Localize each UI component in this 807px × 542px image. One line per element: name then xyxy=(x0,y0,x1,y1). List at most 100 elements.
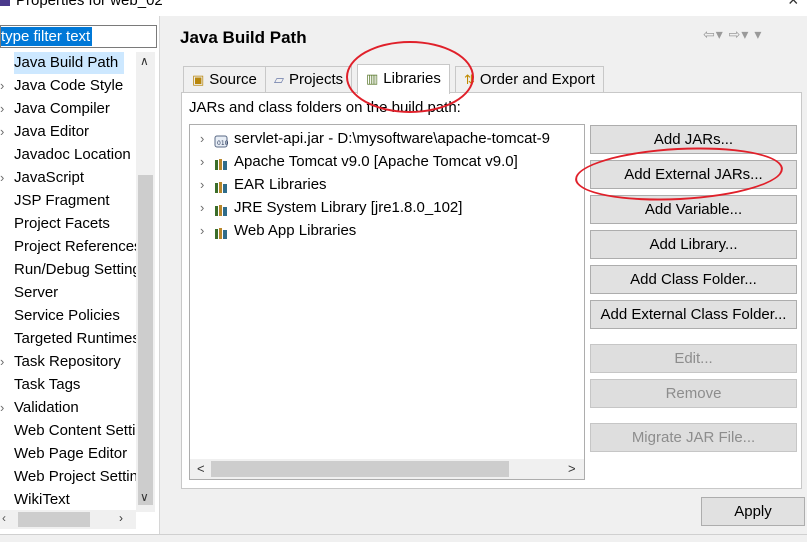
edit-button[interactable]: Edit... xyxy=(590,344,797,373)
window-title: Properties for web_02 xyxy=(16,0,163,9)
tab-order-export[interactable]: ⇅ Order and Export xyxy=(455,66,604,93)
library-item-label: EAR Libraries xyxy=(234,176,327,193)
scrollbar-thumb[interactable] xyxy=(18,512,90,527)
tree-item-label: Project References xyxy=(14,238,136,255)
forward-arrow-icon[interactable]: ⇨ xyxy=(729,26,742,42)
tree-item[interactable]: Task Tags xyxy=(0,374,136,396)
order-export-icon: ⇅ xyxy=(464,72,475,87)
libraries-icon: ▥ xyxy=(366,71,379,86)
page-title: Java Build Path xyxy=(180,28,307,47)
library-item[interactable]: › EAR Libraries xyxy=(190,173,570,196)
scrollbar-thumb[interactable] xyxy=(211,461,509,477)
view-menu-icon[interactable]: ▾ xyxy=(754,26,762,42)
library-item-label: JRE System Library [jre1.8.0_102] xyxy=(234,199,463,216)
tree-item[interactable]: Targeted Runtimes xyxy=(0,328,136,350)
chevron-right-icon[interactable]: › xyxy=(0,351,10,373)
chevron-right-icon[interactable]: › xyxy=(200,219,204,242)
filter-input-text: type filter text xyxy=(1,27,93,46)
tab-projects[interactable]: ▱ Projects xyxy=(265,66,353,93)
tree-item[interactable]: › Validation xyxy=(0,397,136,419)
tree-item-label: Javadoc Location xyxy=(14,146,131,163)
tree-item[interactable]: › Java Editor xyxy=(0,121,136,143)
scroll-down-icon[interactable]: ∨ xyxy=(140,490,149,504)
chevron-right-icon[interactable]: › xyxy=(200,173,204,196)
scrollbar-thumb[interactable] xyxy=(138,175,153,505)
tree-item[interactable]: Javadoc Location xyxy=(0,144,136,166)
tree-item-label: JavaScript xyxy=(14,169,85,186)
library-item[interactable]: › JRE System Library [jre1.8.0_102] xyxy=(190,196,570,219)
library-icon xyxy=(214,201,228,216)
tree-item[interactable]: Project Facets xyxy=(0,213,136,235)
source-folder-icon: ▣ xyxy=(192,72,205,87)
add-library-button[interactable]: Add Library... xyxy=(590,230,797,259)
back-arrow-icon[interactable]: ⇦ xyxy=(703,26,716,42)
dialog-footer-divider xyxy=(0,534,807,542)
tree-horizontal-scrollbar[interactable]: ‹ › xyxy=(0,510,136,529)
libraries-horizontal-scrollbar[interactable]: < > xyxy=(190,459,584,479)
tree-item-label: Task Repository xyxy=(14,353,121,370)
tree-item-label: Java Compiler xyxy=(14,100,110,117)
tree-item[interactable]: Run/Debug Settings xyxy=(0,259,136,281)
tree-item-label: Server xyxy=(14,284,59,301)
forward-menu-chevron-icon[interactable]: ▾ xyxy=(741,26,749,42)
tree-item[interactable]: Web Page Editor xyxy=(0,443,136,465)
add-class-folder-button[interactable]: Add Class Folder... xyxy=(590,265,797,294)
chevron-right-icon[interactable]: › xyxy=(200,196,204,219)
add-variable-button[interactable]: Add Variable... xyxy=(590,195,797,224)
migrate-jar-button[interactable]: Migrate JAR File... xyxy=(590,423,797,452)
filter-input[interactable]: type filter text xyxy=(0,25,157,48)
chevron-right-icon[interactable]: › xyxy=(0,98,10,120)
libraries-label: JARs and class folders on the build path… xyxy=(189,99,461,116)
back-menu-chevron-icon[interactable]: ▾ xyxy=(716,26,724,42)
apply-button[interactable]: Apply xyxy=(701,497,805,526)
page-navigation: ⇦▾ ⇨▾ ▾ xyxy=(703,26,762,43)
scroll-right-icon[interactable]: › xyxy=(119,511,123,525)
tree-item[interactable]: Web Project Settings xyxy=(0,466,136,488)
tree-item[interactable]: Server xyxy=(0,282,136,304)
tree-item[interactable]: › Java Code Style xyxy=(0,75,136,97)
library-icon xyxy=(214,155,228,170)
add-external-class-folder-button[interactable]: Add External Class Folder... xyxy=(590,300,797,329)
library-item[interactable]: › 010 servlet-api.jar - D:\mysoftware\apac… xyxy=(190,127,570,150)
tree-item[interactable]: › Java Compiler xyxy=(0,98,136,120)
tab-label: Source xyxy=(209,71,257,88)
scroll-right-icon[interactable]: > xyxy=(568,461,576,476)
add-external-jars-button[interactable]: Add External JARs... xyxy=(590,160,797,189)
tab-label: Order and Export xyxy=(479,71,595,88)
window-titlebar: Properties for web_02 × xyxy=(0,0,807,16)
tree-vertical-scrollbar[interactable]: ∧ ∨ xyxy=(136,52,155,512)
tab-label: Libraries xyxy=(383,70,441,87)
tree-item[interactable]: JSP Fragment xyxy=(0,190,136,212)
tree-item[interactable]: WikiText xyxy=(0,489,136,511)
tree-item-label: Run/Debug Settings xyxy=(14,261,136,278)
tree-item[interactable]: Web Content Settings xyxy=(0,420,136,442)
tree-item[interactable]: Project References xyxy=(0,236,136,258)
scroll-left-icon[interactable]: < xyxy=(197,461,205,476)
tree-item-label: Task Tags xyxy=(14,376,81,393)
library-icon xyxy=(214,224,228,239)
add-jars-button[interactable]: Add JARs... xyxy=(590,125,797,154)
tree-item[interactable]: › JavaScript xyxy=(0,167,136,189)
tree-item-label: JSP Fragment xyxy=(14,192,110,209)
tree-item[interactable]: Java Build Path xyxy=(0,52,136,74)
tree-item-label: Java Build Path xyxy=(14,52,125,74)
tree-item-label: Project Facets xyxy=(14,215,110,232)
scroll-left-icon[interactable]: ‹ xyxy=(2,511,6,525)
tab-source[interactable]: ▣ Source xyxy=(183,66,266,93)
library-item[interactable]: › Apache Tomcat v9.0 [Apache Tomcat v9.0] xyxy=(190,150,570,173)
chevron-right-icon[interactable]: › xyxy=(0,121,10,143)
eclipse-app-icon xyxy=(0,0,10,6)
chevron-right-icon[interactable]: › xyxy=(0,75,10,97)
tab-libraries[interactable]: ▥ Libraries xyxy=(357,64,450,94)
chevron-right-icon[interactable]: › xyxy=(0,397,10,419)
library-item[interactable]: › Web App Libraries xyxy=(190,219,570,242)
scroll-up-icon[interactable]: ∧ xyxy=(140,54,149,68)
tree-item[interactable]: › Task Repository xyxy=(0,351,136,373)
tree-item[interactable]: Service Policies xyxy=(0,305,136,327)
chevron-right-icon[interactable]: › xyxy=(200,127,204,150)
chevron-right-icon[interactable]: › xyxy=(0,167,10,189)
remove-button[interactable]: Remove xyxy=(590,379,797,408)
chevron-right-icon[interactable]: › xyxy=(200,150,204,173)
close-icon[interactable]: × xyxy=(788,0,799,11)
libraries-tree[interactable]: › 010 servlet-api.jar - D:\mysoftware\apac… xyxy=(189,124,585,480)
